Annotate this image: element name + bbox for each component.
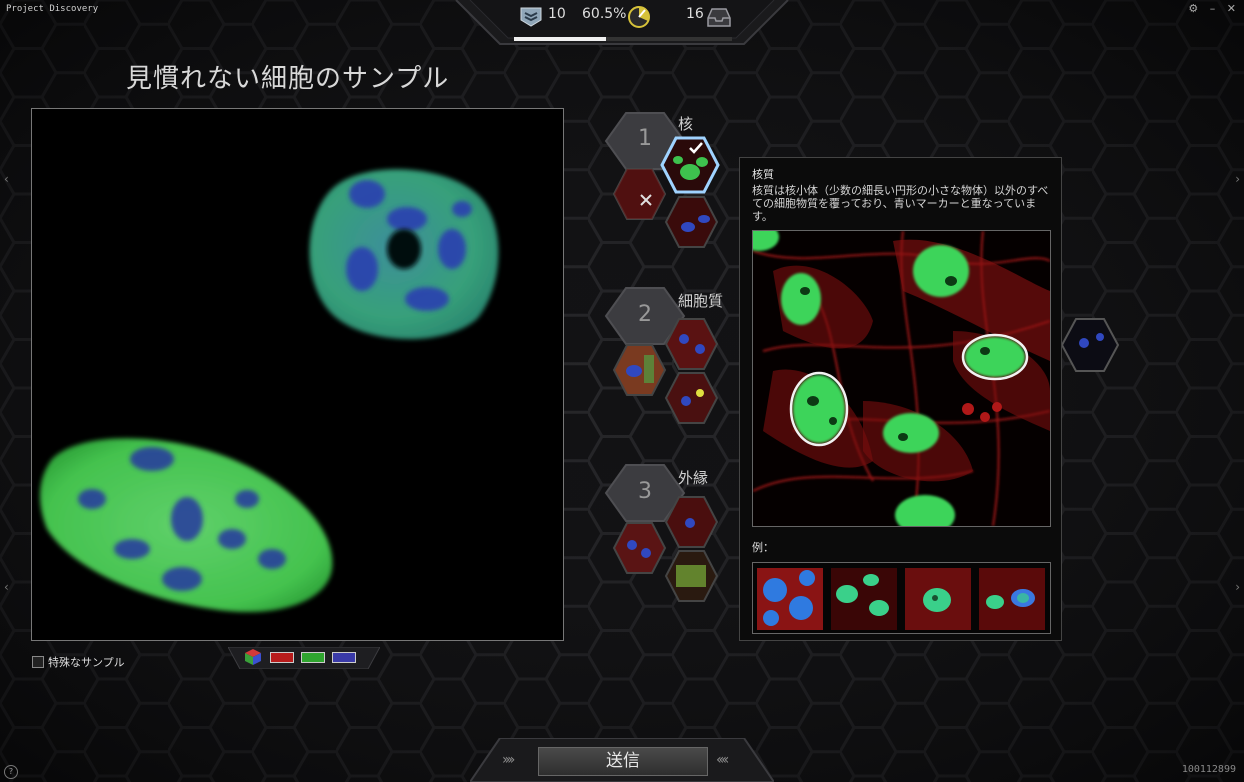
sample-id: 100112899 xyxy=(1181,764,1236,775)
rank-value: 10 xyxy=(548,6,566,22)
category-3-option-b[interactable] xyxy=(612,522,667,574)
category-1-label: 核 xyxy=(678,115,694,133)
right-edge-arrow-icon: › xyxy=(1235,172,1240,186)
progress-fill xyxy=(514,37,606,41)
category-tree xyxy=(604,112,720,602)
rank-icon xyxy=(520,7,542,27)
submit-button[interactable]: 送信 xyxy=(538,747,708,776)
chevrons-left-icon: ›››› xyxy=(502,752,516,768)
category-1-option-cytoplasm[interactable] xyxy=(664,196,719,248)
inbox-icon xyxy=(707,8,731,27)
samples-value: 16 xyxy=(686,6,704,22)
examples-strip xyxy=(752,562,1051,634)
cell-image xyxy=(32,109,563,640)
category-1-number: 1 xyxy=(638,126,652,151)
rgb-cube-icon[interactable] xyxy=(244,648,262,666)
examples-label: 例： xyxy=(752,541,774,554)
special-sample-checkbox[interactable]: 特殊なサンプル xyxy=(32,654,125,670)
check-icon xyxy=(689,142,703,154)
checkbox-box[interactable] xyxy=(32,656,44,668)
right-edge-arrow-icon: › xyxy=(1235,580,1240,594)
help-icon[interactable]: ? xyxy=(4,765,18,779)
example-image-3 xyxy=(905,568,971,630)
left-edge-arrow-icon: ‹ xyxy=(4,580,9,594)
tooltip-reference-image xyxy=(752,230,1051,527)
category-2-option-c[interactable] xyxy=(664,372,719,424)
category-2-label: 細胞質 xyxy=(678,292,724,310)
category-3-option-c[interactable] xyxy=(664,550,719,602)
example-image-2 xyxy=(831,568,897,630)
chevrons-right-icon: ‹‹‹‹ xyxy=(716,752,730,768)
example-image-4 xyxy=(979,568,1045,630)
tooltip-description: 核質は核小体（少数の細長い円形の小さな物体）以外のすべての細胞物質を覆っており、… xyxy=(752,184,1049,223)
accuracy-value: 60.5% xyxy=(582,6,627,22)
close-icon[interactable] xyxy=(639,193,653,207)
progress-bar xyxy=(514,37,732,41)
category-2-option-b[interactable] xyxy=(612,344,667,396)
gauge-icon xyxy=(628,6,650,28)
category-tooltip: 核質 核質は核小体（少数の細長い円形の小さな物体）以外のすべての細胞物質を覆って… xyxy=(739,157,1062,641)
sample-image-viewer[interactable] xyxy=(31,108,564,641)
blue-channel-toggle[interactable] xyxy=(332,652,356,663)
category-2-number: 2 xyxy=(638,302,652,327)
category-3-label: 外縁 xyxy=(678,469,709,487)
tooltip-title: 核質 xyxy=(752,168,774,181)
green-channel-toggle[interactable] xyxy=(301,652,325,663)
right-option-hex[interactable] xyxy=(1060,315,1140,405)
special-sample-label: 特殊なサンプル xyxy=(48,656,125,669)
category-3-number: 3 xyxy=(638,479,652,504)
left-edge-arrow-icon: ‹ xyxy=(4,172,9,186)
example-image-1 xyxy=(757,568,823,630)
red-channel-toggle[interactable] xyxy=(270,652,294,663)
page-title: 見慣れない細胞のサンプル xyxy=(126,64,450,94)
